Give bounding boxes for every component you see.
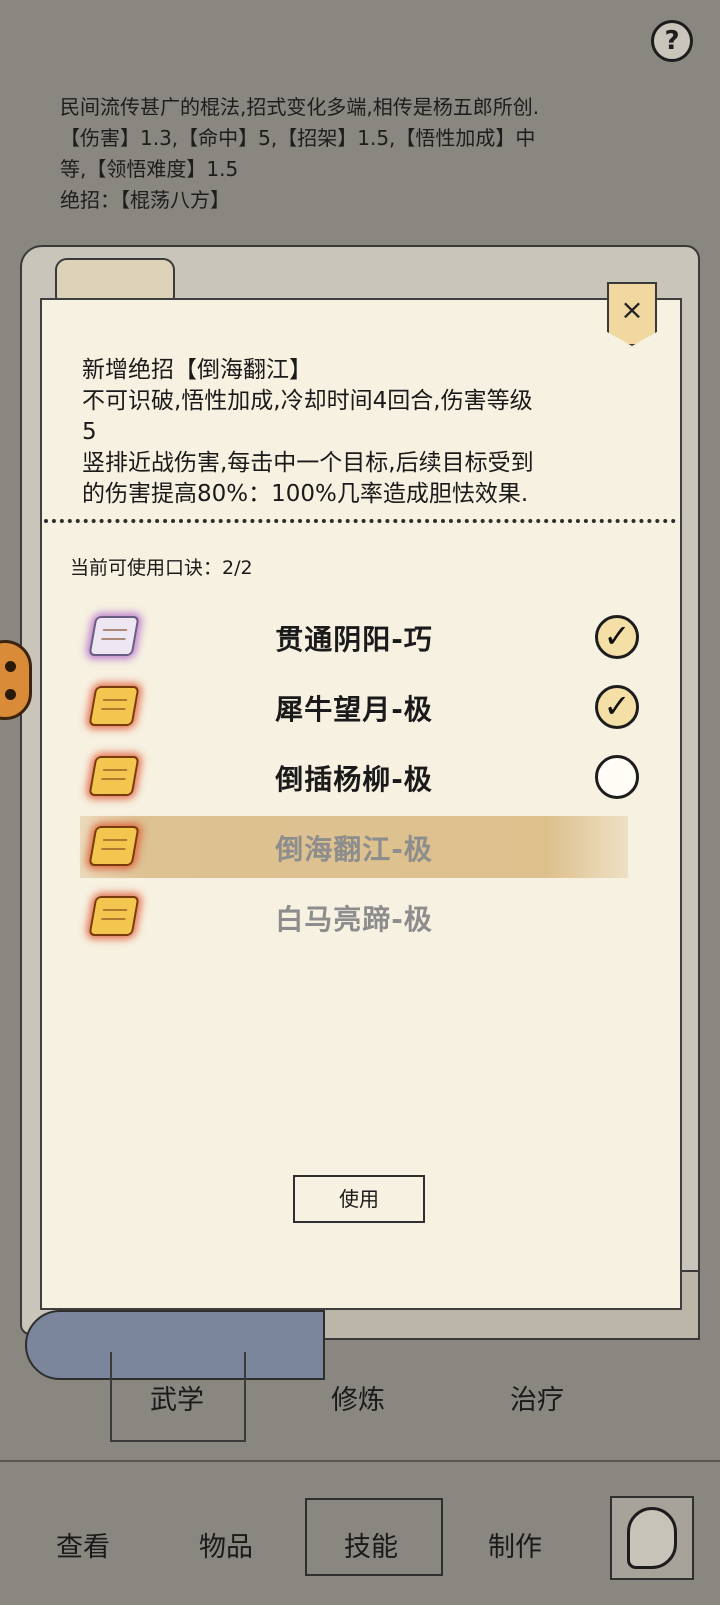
help-button[interactable]: ?: [651, 20, 693, 62]
description-line: 绝招：【棍荡八方】: [60, 188, 230, 212]
usage-count: 当前可使用口诀：2/2: [70, 557, 253, 579]
checkbox-checked[interactable]: ✓: [595, 615, 639, 659]
dotted-divider: [44, 519, 676, 523]
new-move-line: 5: [82, 419, 97, 445]
nav-zhizuo[interactable]: 制作: [488, 1525, 542, 1564]
new-move-line: 的伤害提高80%：100%几率造成胆怯效果.: [82, 481, 529, 507]
nav-jineng[interactable]: 技能: [344, 1525, 398, 1564]
tab-xiulian[interactable]: 修炼: [331, 1378, 385, 1417]
skill-row[interactable]: 倒插杨柳-极: [80, 746, 639, 808]
use-button[interactable]: 使用: [293, 1175, 425, 1223]
tab-zhiliao[interactable]: 治疗: [510, 1378, 564, 1417]
skill-row[interactable]: 白马亮蹄-极: [80, 886, 628, 948]
skill-name: 犀牛望月-极: [275, 693, 433, 726]
back-button[interactable]: [610, 1496, 694, 1580]
skill-name: 白马亮蹄-极: [275, 903, 433, 936]
question-icon: ?: [664, 26, 680, 56]
back-icon: [627, 1507, 677, 1569]
close-icon: ×: [620, 293, 644, 326]
skill-name: 倒插杨柳-极: [275, 763, 433, 796]
section-divider: [0, 1460, 720, 1462]
description-line: 等,【领悟难度】1.5: [60, 157, 239, 181]
nav-wupin[interactable]: 物品: [199, 1525, 253, 1564]
description-line: 【伤害】1.3,【命中】5,【招架】1.5,【悟性加成】中: [60, 126, 536, 150]
description-line: 民间流传甚广的棍法,招式变化多端,相传是杨五郎所创.: [60, 95, 540, 119]
new-move-line: 新增绝招【倒海翻江】: [82, 357, 312, 383]
check-icon: ✓: [603, 617, 631, 655]
tab-wuxue[interactable]: 武学: [150, 1378, 204, 1417]
skill-description: 民间流传甚广的棍法,招式变化多端,相传是杨五郎所创. 【伤害】1.3,【命中】5…: [60, 92, 680, 216]
checkbox-unchecked[interactable]: [595, 755, 639, 799]
side-badge-icon[interactable]: [0, 640, 32, 720]
nav-chakan[interactable]: 查看: [56, 1525, 110, 1564]
new-move-info: 新增绝招【倒海翻江】 不可识破,悟性加成,冷却时间4回合,伤害等级 5 竖排近战…: [82, 355, 662, 510]
checkbox-checked[interactable]: ✓: [595, 685, 639, 729]
skill-name: 倒海翻江-极: [275, 833, 433, 866]
skill-row[interactable]: 贯通阴阳-巧 ✓: [80, 606, 639, 668]
new-move-line: 竖排近战伤害,每击中一个目标,后续目标受到: [82, 450, 534, 476]
check-icon: ✓: [603, 687, 631, 725]
skill-name: 贯通阴阳-巧: [275, 623, 433, 656]
skill-row[interactable]: 犀牛望月-极 ✓: [80, 676, 639, 738]
skill-row-highlighted[interactable]: 倒海翻江-极: [80, 816, 628, 878]
new-move-line: 不可识破,悟性加成,冷却时间4回合,伤害等级: [82, 388, 533, 414]
